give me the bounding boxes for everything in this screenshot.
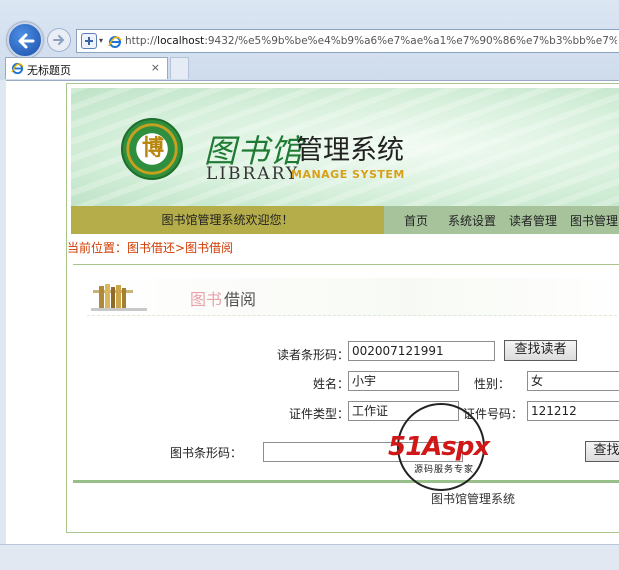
browser-tab[interactable]: 无标题页 ×: [5, 57, 168, 79]
breadcrumb-prefix: 当前位置：: [67, 241, 128, 255]
back-arrow-icon: [18, 33, 35, 49]
book-barcode-label: 图书条形码：: [170, 446, 243, 460]
ie-page-icon: [108, 36, 122, 48]
footer-text: 图书馆管理系统: [431, 492, 516, 506]
footer-divider: [73, 480, 619, 483]
close-tab-icon[interactable]: ×: [151, 61, 160, 74]
watermark-tagline: 源码服务专家: [414, 465, 475, 475]
reader-barcode-label: 读者条形码：: [277, 348, 350, 362]
tab-title: 无标题页: [27, 64, 71, 77]
library-site: 博 图书馆 管理系统 LIBRARY MANAGE SYSTEM 图书馆管理系统…: [66, 83, 619, 533]
id-number-field[interactable]: 121212: [527, 401, 619, 421]
menu-item-settings[interactable]: 系统设置: [448, 212, 496, 229]
find-book-button[interactable]: 查找: [585, 441, 619, 462]
breadcrumb: 当前位置：图书借还>图书借阅: [67, 239, 233, 256]
logo-glyph: 博: [142, 135, 165, 161]
section-title-prefix: 图书: [190, 290, 223, 309]
menu-bar: 图书馆管理系统欢迎您！ 首页 系统设置 读者管理 图书管理: [71, 206, 619, 234]
dropdown-caret-icon[interactable]: ▾: [99, 36, 103, 45]
watermark-logo: 51Aspx: [388, 432, 490, 462]
address-bar[interactable]: ▾ http://localhost:9432/%e5%9b%be%e4%b9%…: [76, 29, 619, 53]
reader-barcode-input[interactable]: 002007121991: [348, 341, 495, 361]
welcome-text: 图书馆管理系统欢迎您！: [71, 206, 384, 234]
divider: [73, 264, 619, 265]
section-header: 图书 借阅: [87, 278, 619, 316]
ie-page-icon: [11, 62, 24, 75]
back-button[interactable]: [7, 22, 43, 58]
url-text[interactable]: http://localhost:9432/%e5%9b%be%e4%b9%a6…: [125, 35, 617, 47]
browser-chrome: ▾ http://localhost:9432/%e5%9b%be%e4%b9%…: [0, 0, 619, 80]
forward-arrow-icon: [53, 35, 65, 45]
forward-button[interactable]: [47, 28, 71, 52]
books-icon: [91, 284, 147, 311]
menu-item-home[interactable]: 首页: [404, 212, 428, 229]
main-menu: 首页 系统设置 读者管理 图书管理: [388, 206, 619, 234]
name-field[interactable]: 小宇: [348, 371, 459, 391]
section-title: 借阅: [224, 290, 257, 309]
status-bar: [0, 544, 619, 570]
gender-label: 性别：: [474, 377, 511, 391]
find-reader-button[interactable]: 查找读者: [504, 340, 577, 361]
name-label: 姓名：: [313, 377, 350, 391]
page-viewport: 博 图书馆 管理系统 LIBRARY MANAGE SYSTEM 图书馆管理系统…: [6, 80, 619, 544]
breadcrumb-path[interactable]: 图书借还>图书借阅: [127, 241, 233, 255]
banner-title: 管理系统: [296, 135, 404, 166]
shield-icon[interactable]: [81, 33, 97, 49]
library-logo: 博: [121, 118, 183, 180]
site-banner: 博 图书馆 管理系统 LIBRARY MANAGE SYSTEM: [71, 88, 619, 206]
id-type-label: 证件类型：: [289, 407, 350, 421]
new-tab-button[interactable]: [170, 57, 189, 79]
banner-subtitle-library: LIBRARY: [206, 164, 300, 184]
gender-field[interactable]: 女: [527, 371, 619, 391]
menu-item-books[interactable]: 图书管理: [570, 212, 618, 229]
banner-subtitle-manage: MANAGE SYSTEM: [291, 168, 405, 181]
menu-item-readers[interactable]: 读者管理: [509, 212, 557, 229]
